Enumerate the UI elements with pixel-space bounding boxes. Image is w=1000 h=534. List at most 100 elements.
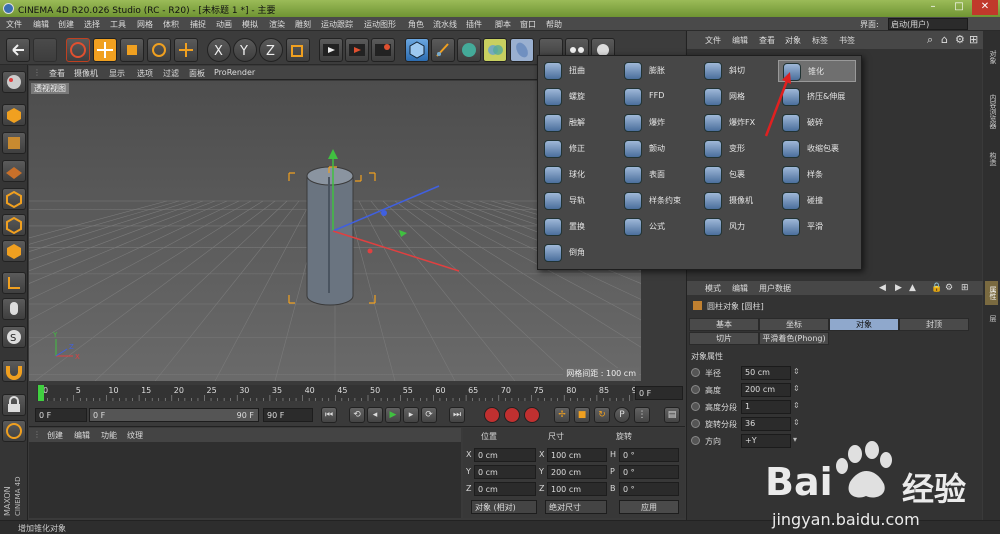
right-tab-2[interactable]: 构造 <box>985 146 998 171</box>
pen-spline-icon[interactable] <box>431 38 455 62</box>
edges-mode-icon[interactable] <box>2 214 26 236</box>
material-menu-item-3[interactable]: 纹理 <box>127 430 143 441</box>
menu-item-6[interactable]: 体积 <box>163 19 179 30</box>
position-field-0[interactable]: 0 cm <box>474 448 536 462</box>
right-tab-1[interactable]: 内容浏览器 <box>985 81 998 141</box>
key-pla-icon[interactable]: ⋮ <box>634 407 650 423</box>
menu-item-3[interactable]: 选择 <box>84 19 100 30</box>
x-axis-lock-icon[interactable]: X <box>207 38 231 62</box>
menu-item-1[interactable]: 编辑 <box>33 19 49 30</box>
subdivision-surface-icon[interactable] <box>457 38 481 62</box>
viewport-menu-item-6[interactable]: ProRender <box>214 68 255 77</box>
deformer-item-jiggle[interactable]: 颤动 <box>620 138 698 160</box>
attr-tab2-0[interactable]: 切片 <box>689 332 759 345</box>
model-mode-icon[interactable] <box>2 104 26 126</box>
size-mode-select[interactable]: 绝对尺寸 <box>545 500 607 514</box>
right-tab-0[interactable]: 对象 <box>985 37 998 77</box>
right-tab2-0[interactable]: 属性 <box>985 281 998 305</box>
key-rotation-icon[interactable]: ↻ <box>594 407 610 423</box>
viewport-menu-item-2[interactable]: 显示 <box>109 68 125 79</box>
go-to-start-icon[interactable]: ⏮ <box>321 407 337 423</box>
search-icon[interactable]: ⌕ <box>927 33 933 47</box>
attr-tab-2[interactable]: 对象 <box>829 318 899 331</box>
settings-icon-2[interactable]: ⚙ <box>945 283 953 293</box>
menu-item-11[interactable]: 雕刻 <box>295 19 311 30</box>
menu-item-5[interactable]: 网格 <box>137 19 153 30</box>
material-menu-item-1[interactable]: 编辑 <box>74 430 90 441</box>
keyframe-selection-icon[interactable] <box>524 407 540 423</box>
rotation-field-1[interactable]: 0 ° <box>619 465 679 479</box>
menu-item-17[interactable]: 脚本 <box>495 19 511 30</box>
deformer-item-bend[interactable]: 扭曲 <box>540 60 618 82</box>
home-icon[interactable]: ⌂ <box>941 33 948 46</box>
menu-item-16[interactable]: 插件 <box>466 19 482 30</box>
size-field-1[interactable]: 200 cm <box>547 465 607 479</box>
workplane-snap-icon[interactable] <box>2 420 26 442</box>
menu-item-8[interactable]: 动画 <box>216 19 232 30</box>
material-menu-item-2[interactable]: 功能 <box>101 430 117 441</box>
autokey-icon[interactable] <box>504 407 520 423</box>
spinner-icon[interactable]: ⇕ <box>793 401 800 410</box>
frame-range-slider[interactable]: 0 F 90 F <box>89 408 259 422</box>
polygons-mode-icon[interactable] <box>2 240 26 262</box>
size-field-0[interactable]: 100 cm <box>547 448 607 462</box>
render-region-icon[interactable] <box>345 38 369 62</box>
deformer-item-spline[interactable]: 样条 <box>778 164 856 186</box>
deformer-item-spline-wrap[interactable]: 样条约束 <box>620 190 698 212</box>
menu-item-18[interactable]: 窗口 <box>520 19 536 30</box>
menu-item-12[interactable]: 运动跟踪 <box>321 19 353 30</box>
objects-menu-item-4[interactable]: 标签 <box>812 35 828 46</box>
back-arrow-icon[interactable]: ◀ <box>879 283 886 293</box>
material-menu-item-0[interactable]: 创建 <box>47 430 63 441</box>
viewport-menu-item-0[interactable]: 查看 <box>49 68 65 79</box>
deformer-item-twist[interactable]: 螺旋 <box>540 86 618 108</box>
snap-icon[interactable]: S <box>2 326 26 348</box>
property-value-2[interactable]: 1 <box>741 400 791 414</box>
axis-mode-icon[interactable] <box>2 272 26 294</box>
apply-button[interactable]: 应用 <box>619 500 679 514</box>
animate-radio-icon[interactable] <box>691 402 700 411</box>
property-value-1[interactable]: 200 cm <box>741 383 791 397</box>
animate-radio-icon[interactable] <box>691 419 700 428</box>
tweak-mode-icon[interactable] <box>2 298 26 320</box>
scale-tool-icon[interactable] <box>120 38 144 62</box>
spinner-icon[interactable]: ⇕ <box>793 367 800 376</box>
key-position-icon[interactable]: ✢ <box>554 407 570 423</box>
key-scale-icon[interactable]: ■ <box>574 407 590 423</box>
deformer-item-rail[interactable]: 导轨 <box>540 190 618 212</box>
current-frame-field[interactable]: 0 F <box>635 386 683 400</box>
coordinate-system-icon[interactable] <box>286 38 310 62</box>
menu-item-15[interactable]: 流水线 <box>433 19 457 30</box>
end-frame-field[interactable]: 90 F <box>263 408 313 422</box>
coordinate-mode-select[interactable]: 对象 (相对) <box>471 500 537 514</box>
position-field-1[interactable]: 0 cm <box>474 465 536 479</box>
attr-tab2-1[interactable]: 平滑着色(Phong) <box>759 332 829 345</box>
property-value-3[interactable]: 36 <box>741 417 791 431</box>
deformer-item-displacer[interactable]: 置换 <box>540 216 618 238</box>
viewport-menu-item-3[interactable]: 选项 <box>137 68 153 79</box>
deformer-item-collision[interactable]: 碰撞 <box>778 190 856 212</box>
live-selection-icon[interactable] <box>66 38 90 62</box>
position-field-2[interactable]: 0 cm <box>474 482 536 496</box>
transform-tool-icon[interactable] <box>174 38 198 62</box>
attributes-menu-item-0[interactable]: 模式 <box>705 283 721 294</box>
move-tool-icon[interactable] <box>93 38 117 62</box>
spinner-icon[interactable]: ⇕ <box>793 384 800 393</box>
render-view-icon[interactable] <box>319 38 343 62</box>
next-frame-icon[interactable]: ▸ <box>403 407 419 423</box>
objects-menu-item-1[interactable]: 编辑 <box>732 35 748 46</box>
menu-item-0[interactable]: 文件 <box>6 19 22 30</box>
redo-button[interactable] <box>33 38 57 62</box>
new-window-icon[interactable]: ⊞ <box>969 33 978 46</box>
deformer-button[interactable] <box>510 38 534 62</box>
objects-menu-item-3[interactable]: 对象 <box>785 35 801 46</box>
timeline-window-icon[interactable]: ▤ <box>664 407 680 423</box>
objects-menu-item-2[interactable]: 查看 <box>759 35 775 46</box>
up-arrow-icon[interactable]: ▲ <box>909 283 916 293</box>
attr-tab-3[interactable]: 封顶 <box>899 318 969 331</box>
settings-icon[interactable]: ⚙ <box>955 33 965 46</box>
array-icon[interactable] <box>483 38 507 62</box>
menu-item-19[interactable]: 帮助 <box>546 19 562 30</box>
deformer-item-bevel[interactable]: 倒角 <box>540 242 618 264</box>
magnet-icon[interactable] <box>2 360 26 382</box>
